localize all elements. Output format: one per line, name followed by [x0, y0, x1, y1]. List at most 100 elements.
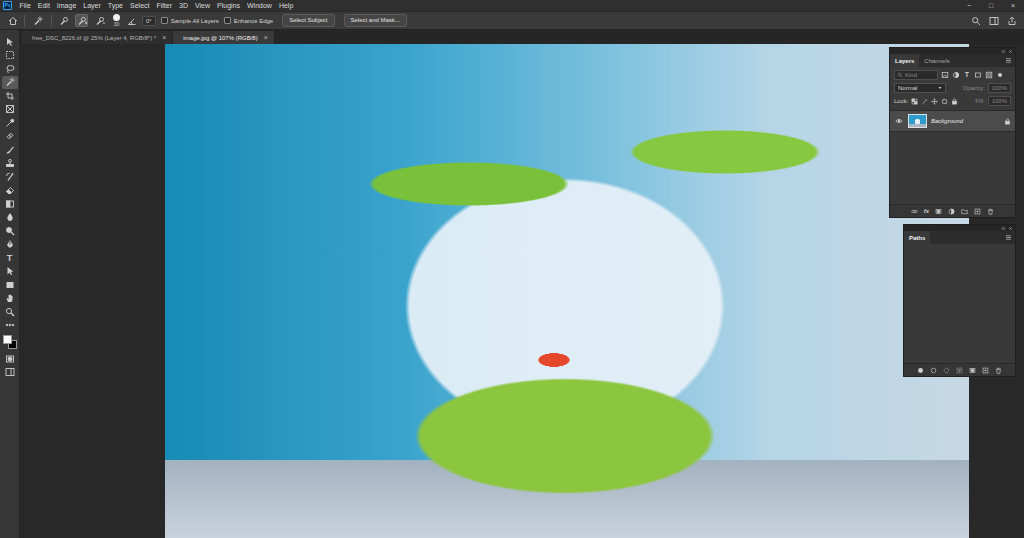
checkbox-box[interactable]: [161, 17, 168, 24]
home-button[interactable]: [6, 14, 19, 27]
tool-button[interactable]: [2, 211, 18, 225]
folder-icon[interactable]: [961, 208, 968, 215]
quick-mask-button[interactable]: [2, 352, 18, 366]
fill-field[interactable]: 100%: [988, 96, 1011, 106]
tool-button[interactable]: [2, 319, 18, 333]
blend-mode-select[interactable]: Normal: [894, 83, 946, 93]
opacity-field[interactable]: 100%: [988, 83, 1011, 93]
tool-preset-button[interactable]: [30, 14, 46, 27]
angle-field[interactable]: 0°: [142, 16, 156, 26]
tool-button[interactable]: [2, 224, 18, 238]
menu-item[interactable]: Layer: [80, 0, 105, 11]
menu-item[interactable]: Image: [53, 0, 79, 11]
close-icon[interactable]: [1008, 49, 1013, 54]
tool-button[interactable]: [2, 62, 18, 76]
tool-button[interactable]: [2, 130, 18, 144]
chevrons-icon[interactable]: [1001, 49, 1006, 54]
filter-adjust-icon[interactable]: [952, 71, 960, 79]
screen-mode-button[interactable]: [2, 366, 18, 380]
tab-close[interactable]: ×: [162, 34, 166, 41]
option-checkbox[interactable]: Sample All Layers: [161, 17, 219, 24]
menu-item[interactable]: 3D: [176, 0, 192, 11]
new-layer-icon[interactable]: [974, 208, 981, 215]
visibility-toggle[interactable]: [894, 117, 904, 125]
tool-button[interactable]: [2, 278, 18, 292]
menu-item[interactable]: Type: [104, 0, 126, 11]
tool-button[interactable]: [2, 157, 18, 171]
mask-icon[interactable]: [969, 367, 976, 374]
panel-tab[interactable]: Paths: [904, 231, 930, 244]
window-control[interactable]: ×: [1002, 0, 1024, 11]
tool-button[interactable]: [2, 184, 18, 198]
trash-icon[interactable]: [987, 208, 994, 215]
chevrons-icon[interactable]: [1001, 226, 1006, 231]
link-icon[interactable]: [911, 208, 918, 215]
panel-menu[interactable]: [1005, 231, 1012, 244]
menu-item[interactable]: File: [16, 0, 34, 11]
brush-picker[interactable]: 30: [111, 14, 122, 27]
load-selection-icon[interactable]: [943, 367, 950, 374]
workspace-button[interactable]: [987, 14, 1000, 27]
document-tab[interactable]: free_DSC_8226.tif @ 25% (Layer 4, RGB/8*…: [22, 31, 173, 44]
color-swatches[interactable]: [3, 335, 17, 349]
menu-item[interactable]: Select: [127, 0, 153, 11]
search-button[interactable]: [969, 14, 982, 27]
window-control[interactable]: □: [980, 0, 1002, 11]
photo[interactable]: [165, 44, 969, 538]
tool-button[interactable]: [2, 197, 18, 211]
tool-button[interactable]: [2, 292, 18, 306]
fx-button[interactable]: fx: [924, 208, 929, 214]
filter-type[interactable]: T: [963, 71, 971, 79]
option-button[interactable]: Select and Mask...: [344, 14, 407, 27]
tool-button[interactable]: [2, 35, 18, 49]
menu-item[interactable]: Filter: [153, 0, 176, 11]
filter-smart-icon[interactable]: [985, 71, 993, 79]
menu-item[interactable]: Help: [275, 0, 296, 11]
tab-close[interactable]: ×: [264, 34, 268, 41]
tool-button[interactable]: [2, 76, 18, 90]
panel-tab[interactable]: Channels: [919, 54, 954, 67]
fill-path-icon[interactable]: [917, 367, 924, 374]
lock-move-icon[interactable]: [931, 98, 938, 105]
lock-pixels-icon[interactable]: [911, 98, 918, 105]
tool-button[interactable]: [2, 103, 18, 117]
menu-item[interactable]: Window: [244, 0, 276, 11]
lock-paint-icon[interactable]: [921, 98, 928, 105]
menu-item[interactable]: View: [192, 0, 214, 11]
menu-item[interactable]: Edit: [34, 0, 53, 11]
tool-button[interactable]: [2, 170, 18, 184]
document-tab[interactable]: image.jpg @ 107% (RGB/8)×: [173, 31, 275, 44]
filter-kind[interactable]: Kind: [894, 70, 938, 80]
make-path-icon[interactable]: [956, 367, 963, 374]
new-layer-icon[interactable]: [982, 367, 989, 374]
tool-button[interactable]: [2, 89, 18, 103]
option-button[interactable]: Select Subject: [282, 14, 334, 27]
brush-mode-button[interactable]: [75, 14, 88, 27]
tool-button[interactable]: [2, 143, 18, 157]
panel-menu[interactable]: [1005, 54, 1012, 67]
tool-button[interactable]: [2, 238, 18, 252]
checkbox-box[interactable]: [224, 17, 231, 24]
lock-artboard-icon[interactable]: [941, 98, 948, 105]
layer-row[interactable]: Background: [890, 111, 1015, 132]
lock-icon[interactable]: [951, 98, 958, 105]
panel-tab[interactable]: Layers: [890, 54, 919, 67]
filter-shape-icon[interactable]: [974, 71, 982, 79]
tool-button[interactable]: [2, 49, 18, 63]
mask-icon[interactable]: [935, 208, 942, 215]
close-icon[interactable]: [1008, 226, 1013, 231]
adjustment-icon[interactable]: [948, 208, 955, 215]
filter-toggle-icon[interactable]: [996, 71, 1004, 79]
option-checkbox[interactable]: Enhance Edge: [224, 17, 273, 24]
tool-button[interactable]: [2, 305, 18, 319]
share-button[interactable]: [1005, 14, 1018, 27]
app-logo[interactable]: Ps: [3, 1, 12, 10]
tool-button[interactable]: [2, 265, 18, 279]
filter-image-icon[interactable]: [941, 71, 949, 79]
tool-button[interactable]: T: [2, 251, 18, 265]
foreground-color[interactable]: [3, 335, 12, 344]
menu-item[interactable]: Plugins: [214, 0, 244, 11]
stroke-path-icon[interactable]: [930, 367, 937, 374]
trash-icon[interactable]: [995, 367, 1002, 374]
brush-mode-button[interactable]: [57, 14, 70, 27]
